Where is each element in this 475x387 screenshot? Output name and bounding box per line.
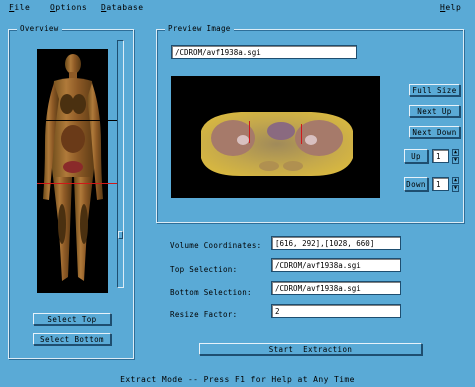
- top-selection-field[interactable]: /CDROM/avf1938a.sgi: [271, 258, 401, 272]
- overview-slider-track[interactable]: [117, 40, 124, 288]
- down-step-decrement-icon[interactable]: ▼: [452, 185, 459, 192]
- top-selection-label: Top Selection:: [170, 265, 238, 274]
- menu-database-label: atabase: [106, 3, 144, 12]
- up-step-decrement-icon[interactable]: ▼: [452, 157, 459, 164]
- up-step-increment-icon[interactable]: ▲: [452, 149, 459, 156]
- full-size-button[interactable]: Full Size: [409, 84, 460, 96]
- down-button[interactable]: Down: [404, 177, 428, 191]
- overview-slider-thumb[interactable]: [118, 231, 123, 240]
- menu-options-label: ptions: [55, 3, 88, 12]
- next-up-button[interactable]: Next Up: [409, 105, 460, 117]
- start-extraction-button[interactable]: Start Extraction: [199, 343, 422, 355]
- up-button[interactable]: Up: [404, 149, 428, 163]
- menu-database[interactable]: Database: [101, 3, 144, 12]
- overview-body-image[interactable]: [37, 49, 108, 293]
- top-selection-line: [37, 120, 123, 121]
- menu-bar: File Options Database Help: [0, 0, 475, 16]
- select-top-button[interactable]: Select Top: [33, 313, 111, 325]
- volume-coordinates-field[interactable]: [616, 292],[1028, 660]: [271, 236, 401, 250]
- status-bar: Extract Mode -- Press F1 for Help at Any…: [120, 375, 355, 384]
- select-bottom-button[interactable]: Select Bottom: [33, 333, 111, 345]
- menu-help-label: elp: [445, 3, 462, 12]
- bottom-selection-field[interactable]: /CDROM/avf1938a.sgi: [271, 281, 401, 295]
- resize-factor-field[interactable]: 2: [271, 304, 401, 318]
- down-step-increment-icon[interactable]: ▲: [452, 177, 459, 184]
- preview-image: [171, 76, 380, 198]
- bottom-selection-label: Bottom Selection:: [170, 288, 252, 297]
- menu-file[interactable]: File: [9, 3, 30, 12]
- preview-title: Preview Image: [165, 24, 234, 33]
- overview-title: Overview: [17, 24, 62, 33]
- volume-coordinates-label: Volume Coordinates:: [170, 241, 262, 250]
- resize-factor-label: Resize Factor:: [170, 310, 238, 319]
- next-down-button[interactable]: Next Down: [409, 126, 460, 138]
- preview-path-field[interactable]: /CDROM/avf1938a.sgi: [171, 45, 357, 59]
- down-step-field[interactable]: 1: [432, 177, 449, 191]
- menu-options[interactable]: Options: [50, 3, 87, 12]
- menu-file-label: ile: [14, 3, 31, 12]
- up-step-field[interactable]: 1: [432, 149, 449, 163]
- menu-help[interactable]: Help: [440, 3, 461, 12]
- bottom-selection-line: [37, 183, 123, 184]
